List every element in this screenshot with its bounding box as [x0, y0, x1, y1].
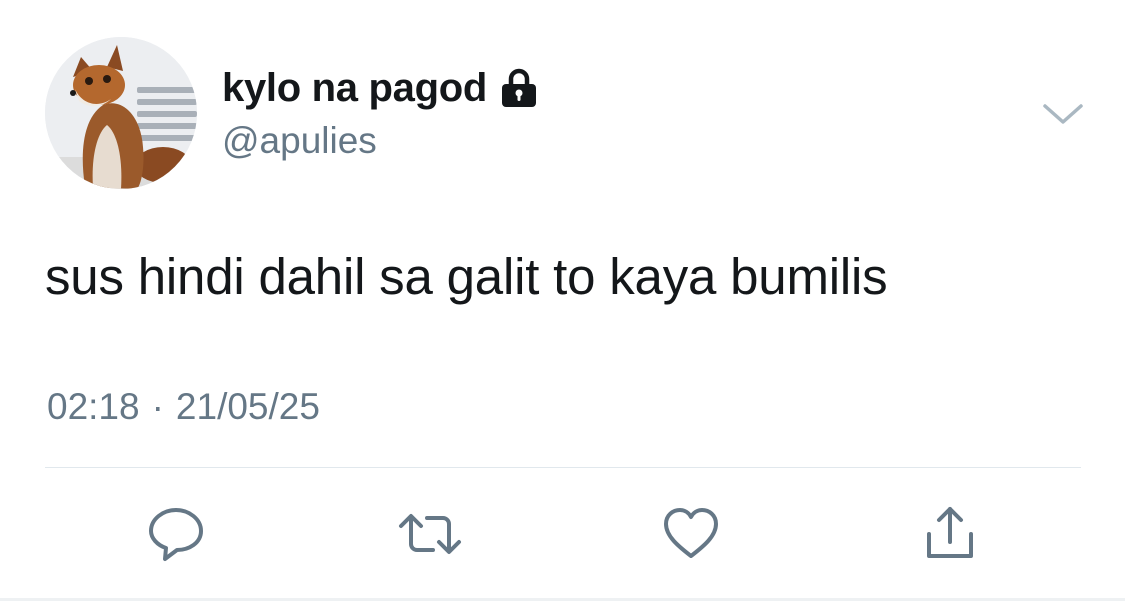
user-handle[interactable]: @apulies	[222, 118, 377, 164]
lock-icon	[499, 67, 539, 109]
timestamp-separator: ·	[151, 386, 164, 427]
fox-avatar-image	[45, 37, 197, 189]
display-name-row[interactable]: kylo na pagod	[222, 64, 539, 112]
avatar[interactable]	[45, 37, 197, 189]
chevron-down-icon[interactable]	[1041, 98, 1085, 128]
heart-icon	[660, 504, 722, 564]
display-name[interactable]: kylo na pagod	[222, 64, 487, 112]
speech-bubble-icon	[145, 504, 207, 564]
reply-button[interactable]	[145, 504, 207, 564]
tweet-date: 21/05/25	[175, 386, 320, 427]
tweet-time: 02:18	[47, 386, 140, 427]
like-button[interactable]	[660, 504, 722, 564]
retweet-arrows-icon	[397, 504, 463, 564]
tweet-text: sus hindi dahil sa galit to kaya bumilis	[45, 248, 888, 305]
retweet-button[interactable]	[399, 504, 461, 564]
share-button[interactable]	[919, 504, 981, 564]
share-upload-icon	[919, 504, 981, 564]
divider	[45, 467, 1081, 468]
tweet-timestamp: 02:18 · 21/05/25	[47, 384, 320, 430]
